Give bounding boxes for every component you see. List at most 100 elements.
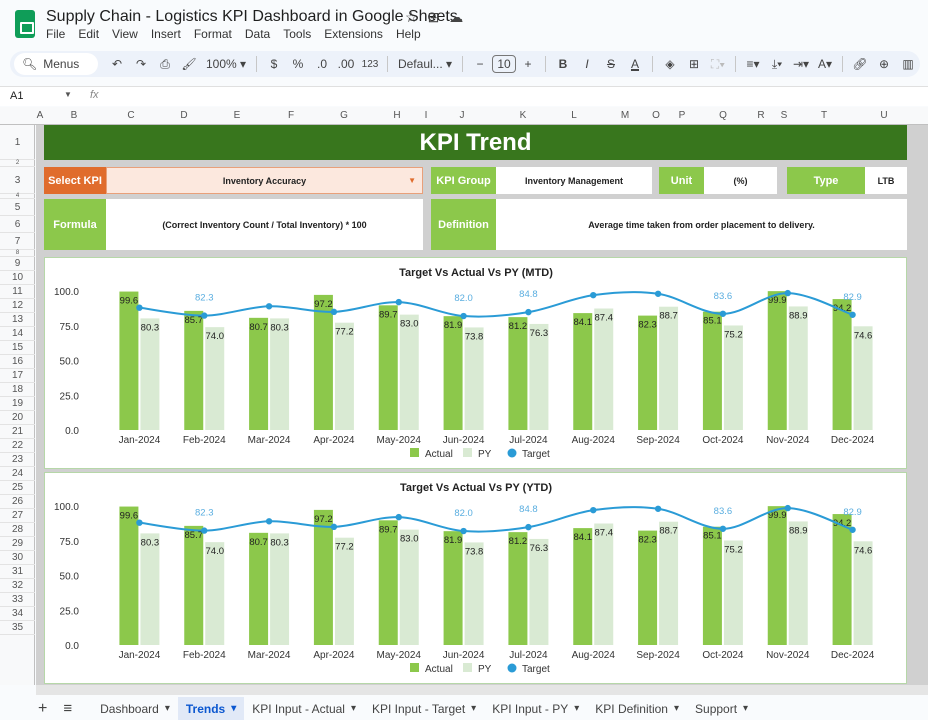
number-format-button[interactable]: 123 xyxy=(359,53,381,75)
borders-icon[interactable]: ⊞ xyxy=(683,53,705,75)
text-rotation-icon[interactable]: A▾ xyxy=(814,53,836,75)
column-header[interactable]: A xyxy=(36,110,44,121)
all-sheets-icon[interactable]: ≡ xyxy=(55,697,80,720)
currency-format-button[interactable]: $ xyxy=(263,53,285,75)
column-header[interactable]: G xyxy=(318,110,370,121)
menu-data[interactable]: Data xyxy=(245,27,270,41)
row-header[interactable]: 19 xyxy=(0,397,35,411)
row-header[interactable]: 2 xyxy=(0,160,35,167)
sheet-tab-kpi-definition[interactable]: KPI Definition ▾ xyxy=(587,697,687,720)
column-header[interactable]: O xyxy=(652,110,660,121)
row-header[interactable]: 24 xyxy=(0,467,35,481)
insert-comment-icon[interactable]: ⊕ xyxy=(873,53,895,75)
chevron-down-icon[interactable]: ▾ xyxy=(231,703,236,714)
increase-font-size-button[interactable]: + xyxy=(517,53,539,75)
row-header[interactable]: 1 xyxy=(0,125,35,160)
column-header[interactable]: E xyxy=(210,110,264,121)
row-header[interactable]: 31 xyxy=(0,565,35,579)
menu-format[interactable]: Format xyxy=(194,27,232,41)
chevron-down-icon[interactable]: ▾ xyxy=(471,703,476,714)
row-header[interactable]: 6 xyxy=(0,216,35,233)
sheet-tab-support[interactable]: Support ▾ xyxy=(687,697,756,720)
percent-format-button[interactable]: % xyxy=(287,53,309,75)
column-header[interactable]: K xyxy=(496,110,550,121)
row-header[interactable]: 29 xyxy=(0,537,35,551)
sheet-tab-kpi-input-py[interactable]: KPI Input - PY ▾ xyxy=(484,697,587,720)
row-header[interactable]: 21 xyxy=(0,425,35,439)
chevron-down-icon[interactable]: ▾ xyxy=(165,703,170,714)
row-header[interactable]: 33 xyxy=(0,593,35,607)
column-header[interactable]: S xyxy=(780,110,788,121)
horizontal-align-icon[interactable]: ≡▾ xyxy=(742,53,764,75)
increase-decimal-button[interactable]: .00 xyxy=(335,53,357,75)
column-header[interactable]: L xyxy=(550,110,598,121)
print-icon[interactable]: ⎙ xyxy=(154,53,176,75)
select-kpi-dropdown[interactable]: Inventory Accuracy ▼ xyxy=(106,167,423,194)
row-header[interactable]: 30 xyxy=(0,551,35,565)
menu-extensions[interactable]: Extensions xyxy=(324,27,383,41)
sheet-tab-trends[interactable]: Trends ▾ xyxy=(177,697,245,720)
strikethrough-button[interactable]: S xyxy=(600,53,622,75)
row-header[interactable]: 23 xyxy=(0,453,35,467)
paint-format-icon[interactable]: 🖌︎ xyxy=(178,53,200,75)
row-header[interactable]: 32 xyxy=(0,579,35,593)
menu-insert[interactable]: Insert xyxy=(151,27,181,41)
merge-cells-icon[interactable]: ⛶▾ xyxy=(707,53,729,75)
row-header[interactable]: 35 xyxy=(0,621,35,635)
sheet-tab-kpi-input-actual[interactable]: KPI Input - Actual ▾ xyxy=(244,697,364,720)
chevron-down-icon[interactable]: ▾ xyxy=(351,703,356,714)
row-header[interactable]: 27 xyxy=(0,509,35,523)
column-header[interactable]: C xyxy=(104,110,158,121)
horizontal-scrollbar[interactable] xyxy=(36,685,928,695)
column-header[interactable]: T xyxy=(788,110,860,121)
bold-button[interactable]: B xyxy=(552,53,574,75)
column-header[interactable]: Q xyxy=(704,110,742,121)
column-header[interactable]: D xyxy=(158,110,210,121)
undo-icon[interactable]: ↶ xyxy=(106,53,128,75)
document-title[interactable]: Supply Chain - Logistics KPI Dashboard i… xyxy=(46,8,458,26)
decrease-decimal-button[interactable]: .0 xyxy=(311,53,333,75)
fill-color-icon[interactable]: ◈ xyxy=(659,53,681,75)
row-header[interactable]: 28 xyxy=(0,523,35,537)
redo-icon[interactable]: ↷ xyxy=(130,53,152,75)
insert-link-icon[interactable]: 🔗︎ xyxy=(849,53,871,75)
text-color-button[interactable]: A xyxy=(624,53,646,75)
row-header[interactable]: 5 xyxy=(0,199,35,216)
menu-view[interactable]: View xyxy=(112,27,138,41)
row-header[interactable]: 8 xyxy=(0,250,35,257)
insert-chart-icon[interactable]: ▥ xyxy=(897,53,919,75)
column-header[interactable]: H xyxy=(370,110,424,121)
font-size-input[interactable]: 10 xyxy=(492,55,516,73)
column-header[interactable]: R xyxy=(742,110,780,121)
row-header[interactable]: 17 xyxy=(0,369,35,383)
italic-button[interactable]: I xyxy=(576,53,598,75)
move-to-folder-icon[interactable]: ⊞ xyxy=(428,9,440,26)
star-icon[interactable]: ☆ xyxy=(405,9,418,26)
font-select[interactable]: Defaul... ▾ xyxy=(394,53,456,75)
row-header[interactable]: 12 xyxy=(0,299,35,313)
menu-file[interactable]: File xyxy=(46,27,65,41)
row-header[interactable]: 15 xyxy=(0,341,35,355)
row-header[interactable]: 22 xyxy=(0,439,35,453)
row-header[interactable]: 26 xyxy=(0,495,35,509)
row-header[interactable]: 7 xyxy=(0,233,35,250)
chevron-down-icon[interactable]: ▾ xyxy=(674,703,679,714)
sheet-tab-kpi-input-target[interactable]: KPI Input - Target ▾ xyxy=(364,697,484,720)
row-header[interactable]: 34 xyxy=(0,607,35,621)
chart-ytd[interactable]: Target Vs Actual Vs PY (YTD) 0.0 25.0 50.0 7… xyxy=(44,472,907,684)
text-wrap-icon[interactable]: ⇥▾ xyxy=(790,53,812,75)
chevron-down-icon[interactable]: ▾ xyxy=(743,703,748,714)
decrease-font-size-button[interactable]: − xyxy=(469,53,491,75)
row-header[interactable]: 16 xyxy=(0,355,35,369)
column-header[interactable]: J xyxy=(428,110,496,121)
zoom-select[interactable]: 100% ▾ xyxy=(202,53,250,75)
chart-mtd[interactable]: Target Vs Actual Vs PY (MTD) 0.0 25.0 50.0 7… xyxy=(44,257,907,469)
chevron-down-icon[interactable]: ▼ xyxy=(64,90,72,99)
menu-edit[interactable]: Edit xyxy=(78,27,99,41)
row-header[interactable]: 20 xyxy=(0,411,35,425)
column-header[interactable]: P xyxy=(660,110,704,121)
column-header[interactable]: U xyxy=(860,110,908,121)
menu-help[interactable]: Help xyxy=(396,27,421,41)
row-header[interactable]: 18 xyxy=(0,383,35,397)
row-header[interactable]: 14 xyxy=(0,327,35,341)
